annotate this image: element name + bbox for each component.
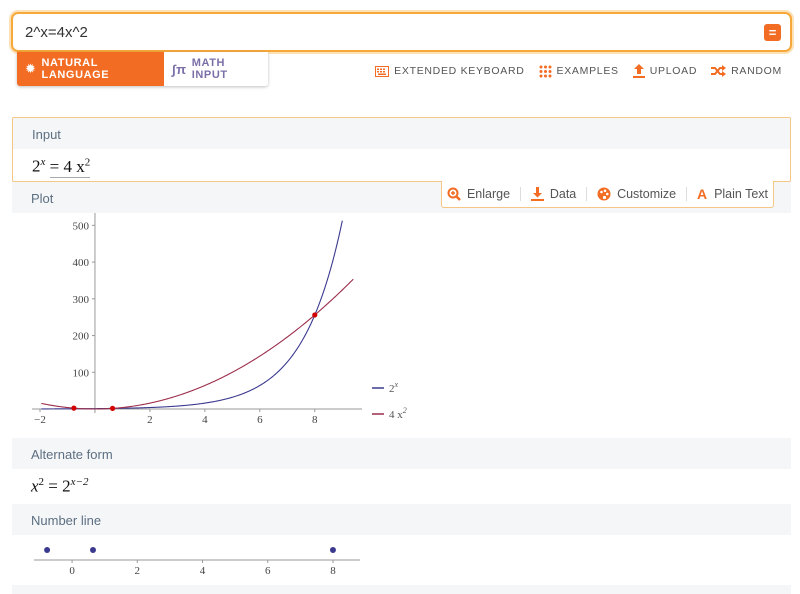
natural-language-button[interactable]: ✹ NATURAL LANGUAGE (17, 52, 164, 86)
data-label: Data (549, 187, 577, 201)
math-input-button[interactable]: ∫π MATH INPUT (164, 52, 268, 86)
number-line-tick-label: 0 (69, 565, 75, 577)
text-a-icon: A (696, 186, 708, 202)
plain-text-label: Plain Text (714, 187, 769, 201)
upload-icon (632, 64, 645, 78)
enlarge-button[interactable]: Enlarge (447, 187, 510, 201)
number-line-tick-label: 4 (200, 565, 206, 577)
enlarge-label: Enlarge (466, 187, 511, 201)
intersection-point (109, 405, 116, 411)
math-input-label: MATH INPUT (191, 57, 228, 81)
random-link[interactable]: RANDOM (711, 64, 782, 78)
plot-toolbar: Enlarge Data Customize A Plain Text (441, 181, 774, 208)
alternate-form-body: x2 = 2x−2 (12, 469, 791, 504)
zoom-in-icon (447, 187, 461, 201)
plain-text-button[interactable]: A Plain Text (697, 186, 768, 202)
toolbar-divider (519, 187, 521, 201)
number-line-tick-label: 2 (135, 565, 141, 577)
input-pod-header (13, 118, 790, 149)
number-line-title: Number line (31, 513, 102, 528)
customize-label: Customize (617, 187, 677, 201)
intersection-point (71, 405, 77, 411)
input-rhs-exponent: 2 (84, 156, 91, 168)
extended-keyboard-link[interactable]: EXTENDED KEYBOARD (375, 64, 524, 78)
data-button[interactable]: Data (530, 187, 577, 201)
upload-link[interactable]: UPLOAD (632, 64, 698, 78)
input-exponent: x (40, 156, 46, 168)
number-line-tick-label: 8 (330, 565, 336, 577)
input-expression: 2x = 4 x2 (32, 156, 91, 178)
submit-button[interactable]: = (764, 24, 781, 41)
input-base: 2 (32, 156, 41, 176)
toolbar-divider (686, 187, 688, 201)
number-line-point (89, 547, 96, 553)
download-icon (530, 187, 544, 201)
x-tick-label: 6 (257, 414, 263, 426)
number-line-body: 0 2 4 6 8 (12, 535, 791, 585)
alternate-form-header (12, 438, 791, 469)
number-line-header (12, 504, 791, 535)
x-tick-label: 8 (312, 414, 318, 426)
natural-language-label: NATURAL LANGUAGE (41, 57, 110, 81)
keyboard-icon (375, 65, 390, 77)
math-symbols-icon: ∫π (172, 61, 187, 77)
upload-label: UPLOAD (649, 65, 698, 77)
search-bar[interactable]: = (11, 12, 792, 52)
legend-label: 2x (389, 380, 399, 395)
y-tick-label: 400 (72, 257, 89, 269)
number-line-tick-label: 6 (265, 565, 271, 577)
plot-area: −2 2 4 6 8 100 200 300 400 500 2x 4 x2 (12, 210, 791, 438)
input-rhs-wrap: = 4 x2 (49, 156, 91, 178)
number-line-chart: 0 2 4 6 8 (34, 547, 360, 577)
plot-chart: −2 2 4 6 8 100 200 300 400 500 2x 4 x2 (32, 210, 407, 426)
palette-icon (597, 187, 611, 201)
x-tick-label: 2 (147, 414, 153, 426)
x-tick-label: 4 (202, 414, 208, 426)
random-label: RANDOM (731, 65, 782, 77)
toolbar-divider (586, 187, 588, 201)
y-tick-label: 500 (72, 220, 89, 232)
results-area: Input 2x = 4 x2 Plot Enlarge Data Custom… (12, 117, 791, 594)
input-pod-title: Input (32, 127, 61, 142)
alt-rhs-exponent: x−2 (70, 476, 89, 488)
number-line-point (44, 547, 51, 553)
alternate-form-title: Alternate form (31, 447, 113, 462)
extended-keyboard-label: EXTENDED KEYBOARD (394, 65, 525, 77)
toolbar-links: EXTENDED KEYBOARD EXAMPLES UPLOAD RANDOM (375, 64, 782, 78)
examples-link[interactable]: EXAMPLES (539, 64, 619, 78)
number-line-point (329, 547, 336, 553)
examples-label: EXAMPLES (556, 65, 619, 77)
series-line-1 (41, 220, 343, 410)
x-tick-label: −2 (34, 414, 46, 426)
intersection-point (312, 312, 318, 318)
gear-icon: ✹ (25, 61, 37, 76)
alt-eq: = 2 (44, 476, 71, 496)
input-mode-toggle: ✹ NATURAL LANGUAGE ∫π MATH INPUT (17, 52, 268, 86)
shuffle-icon (711, 65, 727, 77)
alt-lhs: x (31, 476, 39, 496)
grid-dots-icon (539, 65, 552, 77)
y-tick-label: 200 (72, 331, 89, 343)
customize-button[interactable]: Customize (597, 187, 676, 201)
input-pod: Input 2x = 4 x2 (12, 117, 791, 182)
y-tick-label: 100 (72, 367, 89, 379)
search-input[interactable] (25, 21, 745, 43)
y-tick-label: 300 (72, 294, 89, 306)
input-rhs: = 4 x (49, 156, 85, 176)
plot-pod-title: Plot (31, 191, 54, 206)
alternate-form-expression: x2 = 2x−2 (31, 476, 88, 497)
legend-label: 4 x2 (389, 406, 407, 421)
